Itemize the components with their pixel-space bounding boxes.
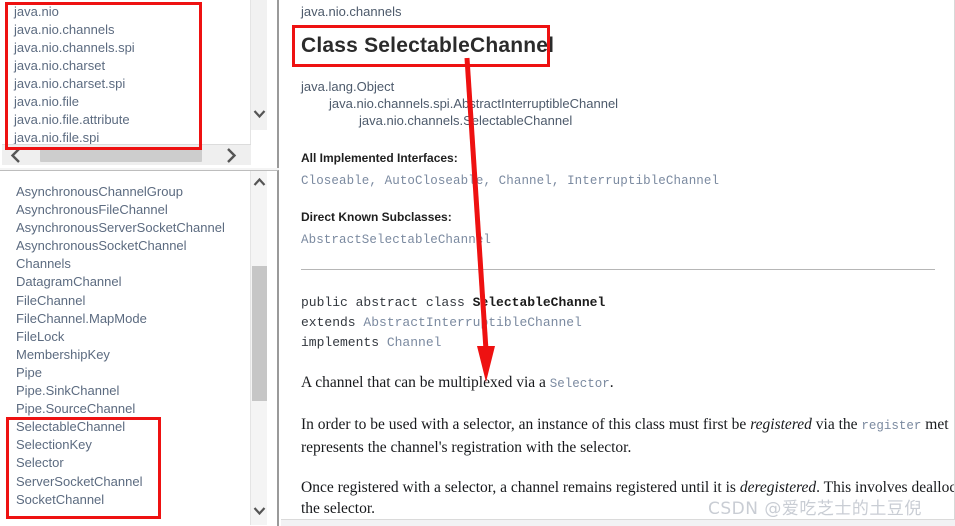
signature-interface-link[interactable]: Channel — [387, 335, 442, 350]
paragraph-text: A channel that can be multiplexed via a — [301, 374, 550, 391]
list-separator: , — [483, 174, 499, 188]
subclass-link[interactable]: AbstractSelectableChannel — [301, 233, 491, 247]
package-item[interactable]: java.nio.file.attribute — [2, 111, 251, 129]
class-item[interactable]: FileChannel — [2, 292, 250, 310]
package-breadcrumb: java.nio.channels — [301, 4, 402, 19]
section-divider — [301, 269, 935, 270]
package-item[interactable]: java.nio.charset — [2, 57, 251, 75]
selector-link[interactable]: Selector — [550, 377, 610, 391]
class-item[interactable]: DatagramChannel — [2, 273, 250, 291]
chevron-down-icon[interactable] — [251, 502, 268, 519]
classes-list[interactable]: AsynchronousChannelGroup AsynchronousFil… — [2, 171, 250, 525]
class-item[interactable]: FileChannel.MapMode — [2, 310, 250, 328]
subclasses-list: AbstractSelectableChannel — [301, 233, 955, 247]
watermark: CSDN @爱吃芝士的土豆倪 — [708, 499, 922, 519]
paragraph-text: Once registered with a selector, a chann… — [301, 479, 740, 496]
vertical-scrollbar-thumb[interactable] — [252, 266, 267, 401]
hierarchy-text: java.nio.channels.spi. — [329, 96, 454, 111]
signature-implements-keyword: implements — [301, 335, 387, 350]
class-item[interactable]: AsynchronousChannelGroup — [2, 183, 250, 201]
register-link[interactable]: register — [861, 419, 921, 433]
signature-extends-keyword: extends — [301, 315, 364, 330]
packages-list[interactable]: java.nio java.nio.channels java.nio.chan… — [2, 0, 251, 144]
implemented-interfaces-label: All Implemented Interfaces: — [301, 151, 458, 165]
hierarchy-text: java.lang.Object — [301, 79, 395, 94]
interface-link[interactable]: Channel — [499, 174, 552, 188]
subclasses-label: Direct Known Subclasses: — [301, 210, 452, 224]
emphasis-registered: registered — [750, 416, 812, 433]
hierarchy-level-1: java.lang.Object — [301, 78, 955, 95]
package-item[interactable]: java.nio.charset.spi — [2, 75, 251, 93]
interface-link[interactable]: InterruptibleChannel — [567, 174, 719, 188]
paragraph-text: via the — [811, 416, 862, 433]
description-paragraph-1: A channel that can be multiplexed via a … — [301, 372, 955, 395]
hierarchy-link[interactable]: AbstractInterruptibleChannel — [453, 96, 618, 111]
classes-frame: AsynchronousChannelGroup AsynchronousFil… — [0, 170, 279, 526]
horizontal-scrollbar-thumb[interactable] — [40, 148, 202, 162]
package-item[interactable]: java.nio.file.spi — [2, 129, 251, 144]
list-separator: , — [551, 174, 568, 188]
class-item[interactable]: Pipe.SourceChannel — [2, 400, 250, 418]
package-item[interactable]: java.nio.file — [2, 93, 251, 111]
class-item[interactable]: AsynchronousFileChannel — [2, 201, 250, 219]
signature-keywords: public abstract class — [301, 295, 473, 310]
paragraph-text: . — [609, 374, 614, 391]
class-item[interactable]: FileLock — [2, 328, 250, 346]
packages-horizontal-scrollbar[interactable] — [2, 144, 251, 165]
packages-vertical-scrollbar[interactable] — [250, 0, 268, 144]
class-item[interactable]: AsynchronousServerSocketChannel — [2, 219, 250, 237]
package-item[interactable]: java.nio — [2, 3, 251, 21]
class-item[interactable]: SelectableChannel — [2, 418, 250, 436]
class-item[interactable]: SocketChannel — [2, 491, 250, 509]
class-hierarchy: java.lang.Object java.nio.channels.spi.A… — [301, 78, 955, 129]
chevron-left-icon[interactable] — [6, 146, 26, 165]
description-paragraph-2: In order to be used with a selector, an … — [301, 414, 955, 458]
chevron-up-icon[interactable] — [251, 174, 268, 191]
list-separator: , — [369, 174, 385, 188]
class-item[interactable]: Pipe — [2, 364, 250, 382]
hierarchy-level-2: java.nio.channels.spi.AbstractInterrupti… — [301, 95, 955, 112]
package-item[interactable]: java.nio.channels.spi — [2, 39, 251, 57]
class-item[interactable]: MembershipKey — [2, 346, 250, 364]
chevron-right-icon[interactable] — [221, 146, 241, 165]
class-item[interactable]: SelectionKey — [2, 436, 250, 454]
paragraph-text: represents the channel's registration wi… — [301, 439, 632, 456]
class-signature: public abstract class SelectableChannel … — [301, 293, 955, 353]
scrollbar-track-end — [251, 130, 268, 144]
page-title: Class SelectableChannel — [301, 34, 555, 57]
signature-line-1: public abstract class SelectableChannel — [301, 293, 955, 313]
chevron-down-icon[interactable] — [251, 105, 268, 122]
interface-link[interactable]: Closeable — [301, 174, 369, 188]
hierarchy-text: java.nio.channels.SelectableChannel — [359, 113, 573, 128]
interface-link[interactable]: AutoCloseable — [385, 174, 484, 188]
classes-vertical-scrollbar[interactable] — [250, 171, 267, 525]
hierarchy-level-3: java.nio.channels.SelectableChannel — [301, 112, 955, 129]
implemented-interfaces-list: Closeable, AutoCloseable, Channel, Inter… — [301, 174, 955, 188]
class-item[interactable]: ServerSocketChannel — [2, 473, 250, 491]
class-item[interactable]: Channels — [2, 255, 250, 273]
class-item[interactable]: Pipe.SinkChannel — [2, 382, 250, 400]
signature-superclass-link[interactable]: AbstractInterruptibleChannel — [363, 315, 581, 330]
pane-bottom-edge — [281, 519, 955, 526]
screenshot-root: java.nio java.nio.channels java.nio.chan… — [0, 0, 955, 526]
signature-class-name: SelectableChannel — [472, 295, 606, 310]
left-column: java.nio java.nio.channels java.nio.chan… — [0, 0, 279, 526]
paragraph-text: met — [921, 416, 949, 433]
packages-frame: java.nio java.nio.channels java.nio.chan… — [0, 0, 279, 168]
class-item[interactable]: AsynchronousSocketChannel — [2, 237, 250, 255]
signature-line-3: implements Channel — [301, 333, 955, 353]
documentation-pane: java.nio.channels Class SelectableChanne… — [281, 0, 955, 526]
paragraph-text: In order to be used with a selector, an … — [301, 416, 751, 433]
class-item[interactable]: Selector — [2, 454, 250, 472]
paragraph-text: the selector. — [301, 500, 376, 517]
package-item[interactable]: java.nio.channels — [2, 21, 251, 39]
signature-line-2: extends AbstractInterruptibleChannel — [301, 313, 955, 333]
